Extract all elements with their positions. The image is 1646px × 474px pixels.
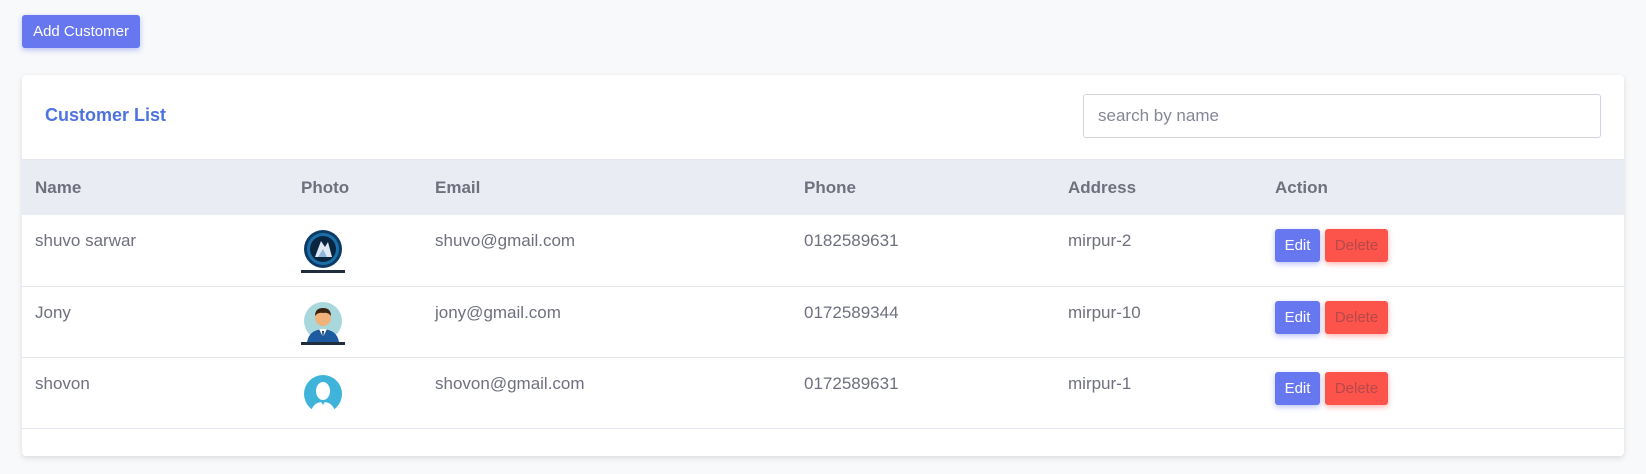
customer-photo — [288, 286, 422, 357]
column-header-phone: Phone — [804, 177, 856, 197]
customer-name: Jony — [35, 302, 71, 322]
table-row: shuvo sarwar shuvo@gmail.com 0182589631 … — [22, 215, 1624, 286]
customer-actions: Edit Delete — [1262, 286, 1624, 357]
customer-name: shuvo sarwar — [35, 231, 137, 250]
column-header-photo: Photo — [301, 177, 350, 197]
customer-list-card: Customer List Name Photo Email Phone Add… — [22, 75, 1624, 456]
edit-button[interactable]: Edit — [1275, 371, 1320, 405]
logo-avatar — [301, 230, 345, 273]
person-silhouette-avatar — [304, 374, 342, 415]
customer-phone: 0182589631 — [804, 231, 899, 250]
add-customer-button[interactable]: Add Customer — [22, 15, 140, 48]
customer-phone: 0172589344 — [804, 302, 899, 322]
customer-email: shuvo@gmail.com — [435, 231, 576, 250]
edit-button[interactable]: Edit — [1275, 229, 1320, 262]
column-header-action: Action — [1275, 177, 1328, 197]
delete-button[interactable]: Delete — [1325, 371, 1388, 405]
customer-email: jony@gmail.com — [435, 302, 561, 322]
column-header-address: Address — [1068, 177, 1137, 197]
customer-actions: Edit Delete — [1262, 215, 1624, 286]
customer-address: mirpur-2 — [1068, 231, 1132, 250]
column-header-email: Email — [435, 177, 481, 197]
table-header-row: Name Photo Email Phone Address Action — [22, 160, 1624, 215]
card-title: Customer List — [45, 105, 167, 125]
edit-button[interactable]: Edit — [1275, 300, 1320, 334]
table-row: shovon shovon@gmail.com 0172589631 mirpu… — [22, 357, 1624, 428]
column-header-name: Name — [35, 177, 82, 197]
customer-table: Name Photo Email Phone Address Action sh… — [22, 160, 1624, 429]
customer-email: shovon@gmail.com — [435, 373, 585, 393]
search-input[interactable] — [1083, 94, 1601, 138]
customer-photo — [288, 357, 422, 428]
card-header: Customer List — [22, 75, 1624, 160]
delete-button[interactable]: Delete — [1325, 300, 1388, 334]
customer-photo — [288, 215, 422, 286]
customer-name: shovon — [35, 373, 90, 393]
man-avatar — [301, 301, 345, 345]
customer-actions: Edit Delete — [1262, 357, 1624, 428]
customer-address: mirpur-10 — [1068, 302, 1141, 322]
customer-phone: 0172589631 — [804, 373, 899, 393]
table-row: Jony jony@gmail.com 0172589344 mirpur-10 — [22, 286, 1624, 357]
customer-address: mirpur-1 — [1068, 373, 1132, 393]
delete-button[interactable]: Delete — [1325, 229, 1388, 262]
